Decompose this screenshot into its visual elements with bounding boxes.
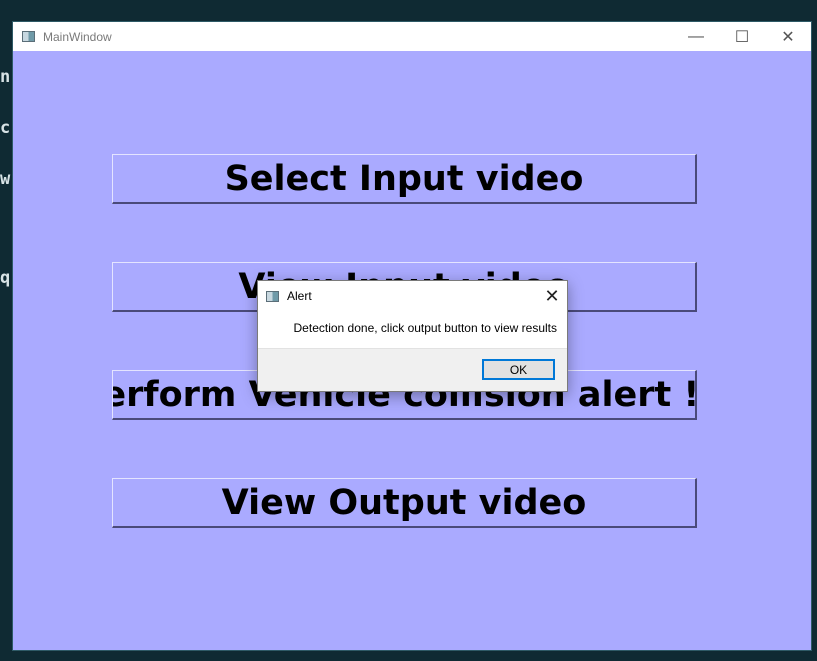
app-icon — [22, 31, 35, 42]
minimize-icon: — — [688, 27, 704, 45]
ok-button[interactable]: OK — [482, 359, 555, 380]
terminal-glyph: c — [0, 118, 11, 138]
window-titlebar[interactable]: MainWindow — ☐ ✕ — [13, 22, 811, 51]
close-icon: ✕ — [781, 28, 795, 46]
terminal-glyph: w — [0, 169, 11, 189]
select-input-video-button[interactable]: Select Input video — [112, 154, 697, 204]
minimize-button[interactable]: — — [673, 22, 719, 51]
close-icon: ✕ — [544, 285, 560, 306]
dialog-button-bar: OK — [258, 348, 567, 391]
window-title: MainWindow — [43, 29, 112, 44]
view-output-video-button[interactable]: View Output video — [112, 478, 697, 528]
maximize-button[interactable]: ☐ — [719, 22, 765, 51]
terminal-glyph: q — [0, 268, 11, 288]
dialog-title: Alert — [287, 289, 312, 303]
maximize-icon: ☐ — [734, 28, 750, 46]
dialog-close-button[interactable]: ✕ — [537, 281, 567, 311]
dialog-message: Detection done, click output button to v… — [293, 321, 557, 335]
dialog-app-icon — [266, 290, 279, 302]
alert-dialog: Alert ✕ Detection done, click output but… — [257, 280, 568, 392]
window-controls: — ☐ ✕ — [673, 22, 811, 51]
dialog-titlebar[interactable]: Alert ✕ — [258, 281, 567, 311]
terminal-glyph: n — [0, 67, 11, 87]
close-button[interactable]: ✕ — [765, 22, 811, 51]
